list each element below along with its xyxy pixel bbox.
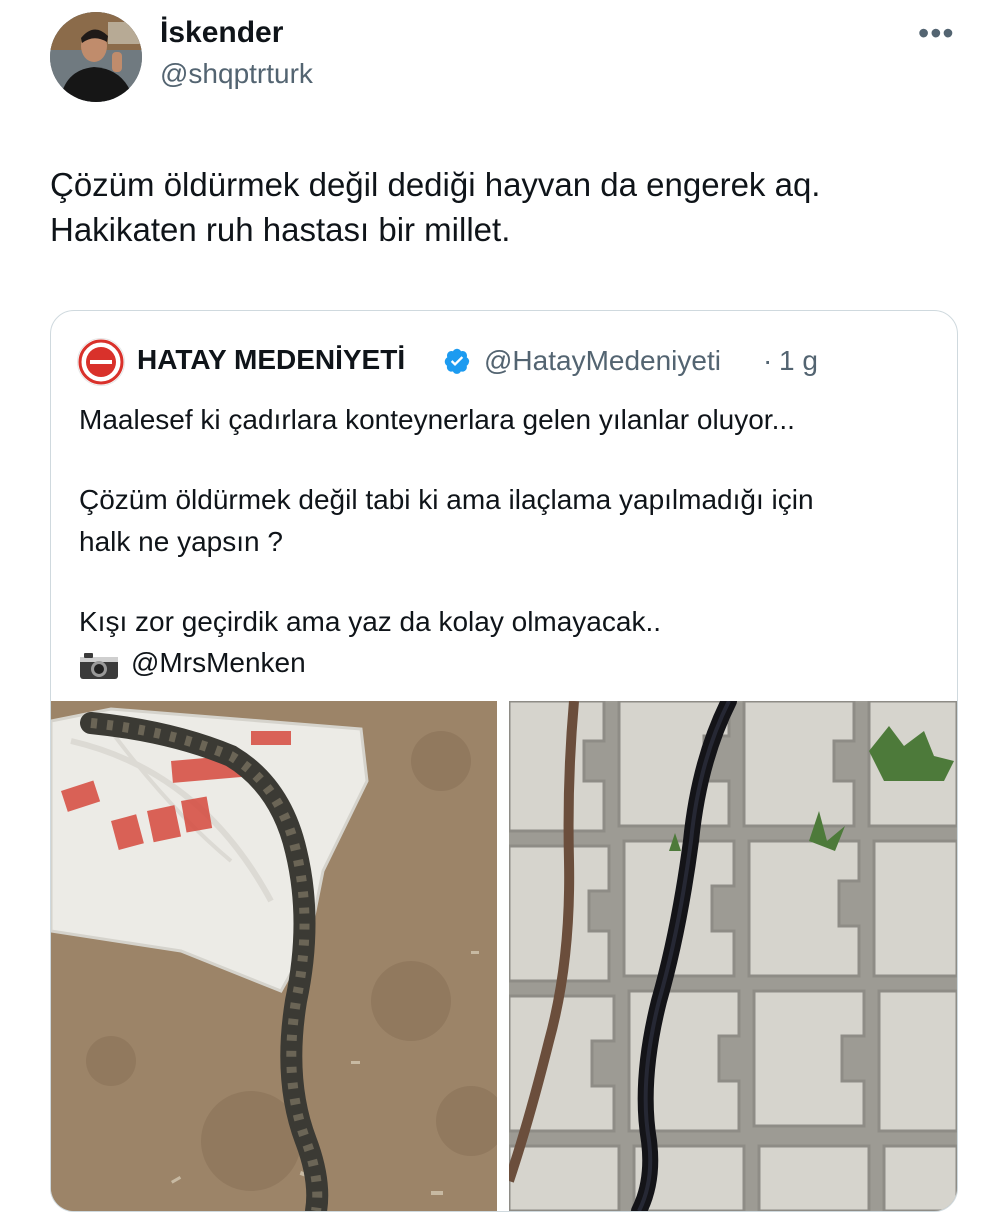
quoted-text-line: halk ne yapsın ? bbox=[79, 526, 283, 557]
photo-illustration bbox=[51, 701, 497, 1211]
quoted-tweet-card[interactable]: HATAY MEDENİYETİ @HatayMedeniyeti · 1 g … bbox=[50, 310, 958, 1212]
author-display-name[interactable]: İskender bbox=[160, 16, 283, 50]
tweet-text: Çözüm öldürmek değil dediği hayvan da en… bbox=[50, 166, 821, 248]
verified-badge-icon bbox=[444, 348, 470, 374]
quoted-timestamp[interactable]: 1 g bbox=[779, 345, 818, 377]
quoted-text-line: Çözüm öldürmek değil tabi ki ama ilaçlam… bbox=[79, 484, 814, 515]
author-avatar[interactable] bbox=[50, 12, 142, 102]
quoted-display-name[interactable]: HATAY MEDENİYETİ bbox=[137, 344, 405, 376]
author-handle[interactable]: @shqptrturk bbox=[160, 58, 313, 90]
quoted-text-line: Kışı zor geçirdik ama yaz da kolay olmay… bbox=[79, 606, 662, 637]
snake-on-sack-photo[interactable] bbox=[51, 701, 497, 1211]
separator-dot: · bbox=[763, 345, 773, 376]
black-snake-on-pavers-photo[interactable] bbox=[509, 701, 957, 1211]
avatar-photo bbox=[50, 12, 142, 102]
photo-illustration bbox=[509, 701, 957, 1211]
quoted-handle[interactable]: @HatayMedeniyeti bbox=[484, 345, 721, 377]
hatay-logo-icon bbox=[78, 339, 124, 385]
photo-credit[interactable]: @MrsMenken bbox=[131, 647, 306, 679]
camera-icon bbox=[80, 653, 118, 679]
quoted-text-line: Maalesef ki çadırlara konteynerlara gele… bbox=[79, 404, 795, 435]
more-options-icon[interactable]: ••• bbox=[918, 17, 955, 49]
quoted-avatar[interactable] bbox=[77, 338, 125, 386]
